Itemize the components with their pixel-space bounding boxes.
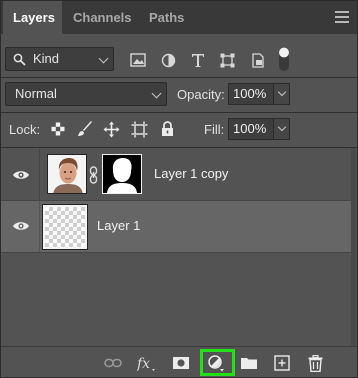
layer-thumbnail[interactable]	[43, 205, 87, 249]
visibility-column-divider	[39, 149, 40, 200]
add-layer-mask-icon[interactable]	[172, 354, 190, 372]
panel-menu-icon[interactable]	[335, 11, 349, 23]
lock-artboard-icon[interactable]	[130, 120, 148, 138]
chevron-down-icon	[151, 88, 162, 99]
delete-layer-trash-icon[interactable]	[306, 354, 324, 372]
smart-object-filter-icon[interactable]	[250, 52, 266, 68]
scrollbar-track[interactable]	[351, 148, 356, 346]
lock-all-icon[interactable]	[159, 120, 175, 138]
chevron-down-icon	[277, 122, 287, 132]
layer-row-selected[interactable]: Layer 1	[1, 201, 352, 252]
lock-image-pixels-icon[interactable]	[76, 120, 94, 138]
pixel-layer-filter-icon[interactable]	[129, 52, 147, 68]
new-group-folder-icon[interactable]	[240, 354, 258, 372]
lock-row: Lock: Fill: 100%	[1, 117, 357, 143]
layers-panel: Layers Channels Paths Kind Normal Opacit…	[0, 0, 358, 378]
layer-name[interactable]: Layer 1 copy	[154, 166, 228, 181]
panel-bottom-toolbar: fx	[1, 346, 357, 377]
blend-mode-label: Normal	[15, 86, 57, 101]
layer-style-fx-icon[interactable]: fx	[137, 354, 157, 372]
blend-mode-select[interactable]: Normal	[5, 82, 167, 106]
opacity-label: Opacity:	[177, 87, 225, 102]
divider	[1, 252, 352, 253]
opacity-slider-button[interactable]	[273, 83, 290, 105]
link-layers-icon[interactable]	[104, 354, 122, 372]
divider	[1, 77, 357, 78]
divider	[1, 112, 357, 113]
fill-slider-button[interactable]	[273, 118, 290, 140]
eye-icon[interactable]	[12, 169, 30, 181]
adjustment-layer-filter-icon[interactable]	[160, 52, 176, 68]
chain-link-icon[interactable]	[88, 165, 98, 185]
filter-kind-select[interactable]: Kind	[5, 47, 114, 71]
search-icon	[12, 52, 26, 66]
blend-row: Normal Opacity: 100%	[1, 82, 357, 108]
lock-position-icon[interactable]	[102, 120, 120, 138]
layer-row[interactable]: Layer 1 copy	[1, 149, 352, 200]
filter-row: Kind	[1, 47, 357, 73]
svg-text:fx: fx	[137, 356, 150, 372]
layer-name[interactable]: Layer 1	[97, 218, 140, 233]
chevron-down-icon	[98, 53, 109, 64]
highlight-box	[200, 349, 235, 376]
filter-kind-label: Kind	[33, 51, 60, 66]
chevron-down-icon	[277, 87, 287, 97]
visibility-column-divider	[39, 201, 40, 252]
tab-paths[interactable]: Paths	[139, 1, 193, 34]
tab-channels[interactable]: Channels	[63, 1, 139, 34]
type-layer-filter-icon[interactable]	[190, 52, 206, 68]
new-layer-icon[interactable]	[273, 354, 291, 372]
divider	[1, 147, 357, 148]
lock-transparent-pixels-icon[interactable]	[50, 121, 66, 137]
opacity-input[interactable]: 100%	[228, 83, 274, 105]
lock-label: Lock:	[9, 122, 41, 137]
filter-toggle-icon[interactable]	[277, 45, 291, 73]
panel-tabbar: Layers Channels Paths	[1, 1, 357, 34]
fill-label: Fill:	[204, 122, 225, 137]
fill-input[interactable]: 100%	[228, 118, 274, 140]
layer-mask-thumbnail[interactable]	[102, 154, 142, 194]
eye-icon[interactable]	[12, 220, 30, 232]
layer-thumbnail[interactable]	[47, 154, 87, 194]
shape-layer-filter-icon[interactable]	[219, 52, 235, 68]
tab-layers[interactable]: Layers	[3, 1, 62, 34]
